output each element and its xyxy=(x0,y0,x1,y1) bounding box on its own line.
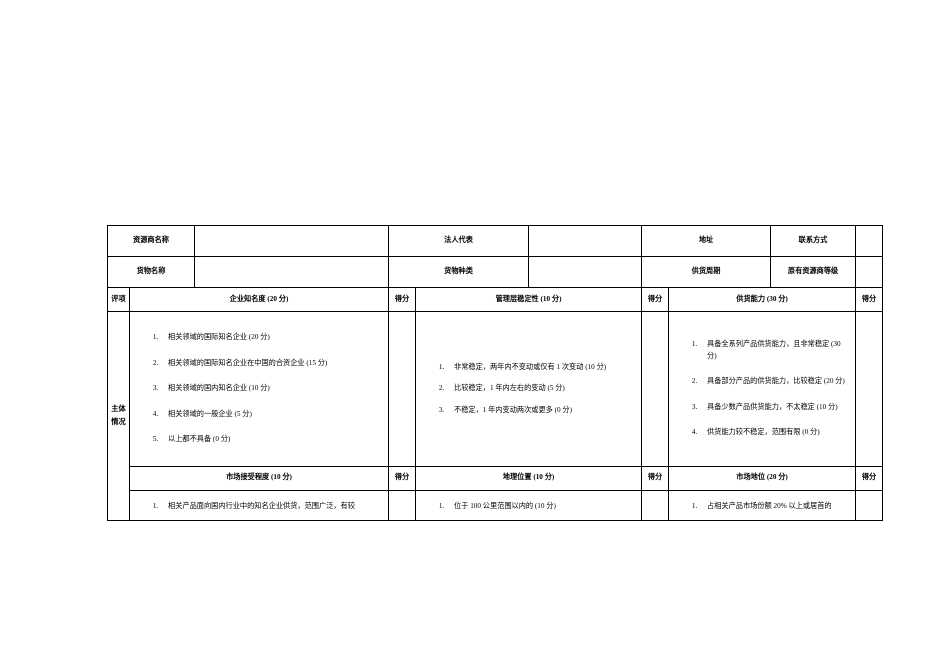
list-geo: 位于 100 公里范围以内的 (10 分) xyxy=(424,501,633,513)
list-item: 具备部分产品的供货能力，比较稳定 (20 分) xyxy=(699,376,847,388)
field-orig-grade[interactable] xyxy=(856,257,883,288)
score-field-market-pos[interactable] xyxy=(856,490,883,521)
criteria-market-pos: 市场地位 (20 分) xyxy=(669,466,856,490)
cell-fame-options: 相关领域的国际知名企业 (20 分) 相关领域的国际知名企业在中国的合资企业 (… xyxy=(130,312,389,467)
label-goods-name: 货物名称 xyxy=(108,257,195,288)
header-row-1: 资源商名称 法人代表 地址 联系方式 xyxy=(108,226,883,257)
score-label-6: 得分 xyxy=(856,466,883,490)
field-supplier-name[interactable] xyxy=(195,226,389,257)
list-item: 相关领域的国际知名企业在中国的合资企业 (15 分) xyxy=(160,358,380,370)
score-field-fame[interactable] xyxy=(389,312,416,467)
cell-market-pos-options: 占相关产品市场份额 20% 以上或居首的 xyxy=(669,490,856,521)
list-market-pos: 占相关产品市场份额 20% 以上或居首的 xyxy=(677,501,847,513)
label-eval-item: 评项 xyxy=(108,288,130,312)
score-field-supply[interactable] xyxy=(856,312,883,467)
criteria-geo: 地理位置 (10 分) xyxy=(416,466,642,490)
side-label-text: 主体情况 xyxy=(110,403,127,429)
cell-stability-options: 非常稳定，两年内不变动或仅有 1 次变动 (10 分) 比较稳定，1 年内左右的… xyxy=(416,312,642,467)
list-item: 供货能力较不稳定，范围有限 (0 分) xyxy=(699,427,847,439)
criteria-stability: 管理层稳定性 (10 分) xyxy=(416,288,642,312)
side-label-main: 主体情况 xyxy=(108,312,130,521)
content-row-2: 相关产品面向国内行业中的知名企业供货，范围广泛，有较 位于 100 公里范围以内… xyxy=(108,490,883,521)
score-field-market-accept[interactable] xyxy=(389,490,416,521)
label-supplier-name: 资源商名称 xyxy=(108,226,195,257)
score-field-geo[interactable] xyxy=(642,490,669,521)
list-fame: 相关领域的国际知名企业 (20 分) 相关领域的国际知名企业在中国的合资企业 (… xyxy=(138,332,380,446)
field-legal-rep[interactable] xyxy=(529,226,642,257)
evaluation-form: 资源商名称 法人代表 地址 联系方式 货物名称 货物种类 供货周期 原有资源商等… xyxy=(107,225,882,521)
form-table: 资源商名称 法人代表 地址 联系方式 货物名称 货物种类 供货周期 原有资源商等… xyxy=(107,225,883,521)
cell-geo-options: 位于 100 公里范围以内的 (10 分) xyxy=(416,490,642,521)
label-contact: 联系方式 xyxy=(771,226,856,257)
list-supply: 具备全系列产品供货能力，且非常稳定 (30 分) 具备部分产品的供货能力，比较稳… xyxy=(677,339,847,439)
list-item: 相关领域的一般企业 (5 分) xyxy=(160,409,380,421)
criteria-header-row-2: 市场接受程度 (10 分) 得分 地理位置 (10 分) 得分 市场地位 (20… xyxy=(108,466,883,490)
header-row-2: 货物名称 货物种类 供货周期 原有资源商等级 xyxy=(108,257,883,288)
field-goods-type[interactable] xyxy=(529,257,642,288)
criteria-fame: 企业知名度 (20 分) xyxy=(130,288,389,312)
list-item: 具备少数产品供货能力，不太稳定 (10 分) xyxy=(699,402,847,414)
list-item: 相关产品面向国内行业中的知名企业供货，范围广泛，有较 xyxy=(160,501,380,513)
score-field-stability[interactable] xyxy=(642,312,669,467)
field-contact[interactable] xyxy=(856,226,883,257)
list-item: 比较稳定，1 年内左右的变动 (5 分) xyxy=(446,383,633,395)
list-item: 具备全系列产品供货能力，且非常稳定 (30 分) xyxy=(699,339,847,362)
list-stability: 非常稳定，两年内不变动或仅有 1 次变动 (10 分) 比较稳定，1 年内左右的… xyxy=(424,362,633,417)
criteria-market-accept: 市场接受程度 (10 分) xyxy=(130,466,389,490)
list-item: 以上都不具备 (0 分) xyxy=(160,434,380,446)
score-label-2: 得分 xyxy=(642,288,669,312)
label-orig-grade: 原有资源商等级 xyxy=(771,257,856,288)
list-item: 不稳定，1 年内变动两次或更多 (0 分) xyxy=(446,405,633,417)
content-row-1: 主体情况 相关领域的国际知名企业 (20 分) 相关领域的国际知名企业在中国的合… xyxy=(108,312,883,467)
score-label-1: 得分 xyxy=(389,288,416,312)
criteria-supply: 供货能力 (30 分) xyxy=(669,288,856,312)
label-supply-cycle: 供货周期 xyxy=(642,257,771,288)
list-item: 非常稳定，两年内不变动或仅有 1 次变动 (10 分) xyxy=(446,362,633,374)
field-goods-name[interactable] xyxy=(195,257,389,288)
label-goods-type: 货物种类 xyxy=(389,257,529,288)
score-label-5: 得分 xyxy=(642,466,669,490)
score-label-3: 得分 xyxy=(856,288,883,312)
list-item: 相关领域的国内知名企业 (10 分) xyxy=(160,383,380,395)
list-item: 占相关产品市场份额 20% 以上或居首的 xyxy=(699,501,847,513)
list-item: 位于 100 公里范围以内的 (10 分) xyxy=(446,501,633,513)
cell-market-accept-options: 相关产品面向国内行业中的知名企业供货，范围广泛，有较 xyxy=(130,490,389,521)
list-market-accept: 相关产品面向国内行业中的知名企业供货，范围广泛，有较 xyxy=(138,501,380,513)
cell-supply-options: 具备全系列产品供货能力，且非常稳定 (30 分) 具备部分产品的供货能力，比较稳… xyxy=(669,312,856,467)
list-item: 相关领域的国际知名企业 (20 分) xyxy=(160,332,380,344)
label-legal-rep: 法人代表 xyxy=(389,226,529,257)
criteria-header-row-1: 评项 企业知名度 (20 分) 得分 管理层稳定性 (10 分) 得分 供货能力… xyxy=(108,288,883,312)
label-address: 地址 xyxy=(642,226,771,257)
score-label-4: 得分 xyxy=(389,466,416,490)
